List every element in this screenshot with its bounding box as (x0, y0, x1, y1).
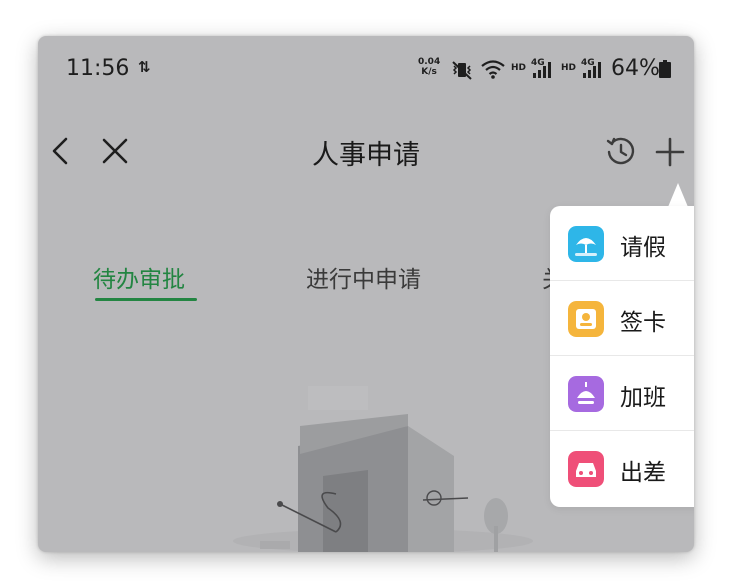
empty-box-illustration (233, 386, 533, 552)
signal-gen-2: 4G (581, 58, 595, 68)
add-icon[interactable] (654, 136, 686, 168)
popup-pointer (668, 183, 688, 207)
hd-label-2: HD (561, 63, 577, 73)
card-icon (568, 301, 604, 337)
wifi-icon (481, 60, 505, 79)
net-speed: 0.04 K/s (418, 57, 440, 77)
menu-item-overtime[interactable]: 加班 (550, 356, 694, 430)
net-speed-unit: K/s (421, 67, 437, 77)
tab-in-progress[interactable]: 进行中申请 (306, 260, 421, 294)
menu-item-sign-card[interactable]: 签卡 (550, 281, 694, 355)
menu-item-leave[interactable]: 请假 (550, 206, 694, 280)
active-tab-indicator (95, 298, 197, 301)
menu-item-label-sign-card: 签卡 (620, 310, 666, 336)
status-time: 11:56 (66, 56, 130, 81)
menu-item-label-business-trip: 出差 (620, 460, 666, 486)
data-transfer-icon: ⇅ (138, 58, 151, 76)
battery-percent: 64% (611, 56, 660, 81)
add-popup-menu: 请假 签卡 加班 出差 (550, 206, 694, 507)
status-bar: 11:56 ⇅ 0.04 K/s HD 4G HD 4G 64% (38, 36, 694, 102)
signal-icon-2: 4G (581, 58, 601, 78)
menu-item-label-leave: 请假 (620, 235, 666, 261)
hd-label-1: HD (511, 63, 527, 73)
vibrate-mute-icon (452, 61, 472, 80)
phone-screen: 11:56 ⇅ 0.04 K/s HD 4G HD 4G 64% 人事申请 待办… (38, 36, 694, 552)
umbrella-icon (568, 226, 604, 262)
menu-item-label-overtime: 加班 (620, 385, 666, 411)
net-speed-value: 0.04 (418, 57, 441, 67)
tab-pending-approval[interactable]: 待办审批 (93, 260, 185, 294)
page-title: 人事申请 (312, 140, 420, 171)
signal-gen-1: 4G (531, 58, 545, 68)
menu-item-business-trip[interactable]: 出差 (550, 431, 694, 505)
signal-icon-1: 4G (531, 58, 551, 78)
history-icon[interactable] (604, 134, 638, 168)
car-icon (568, 451, 604, 487)
battery-icon (659, 60, 671, 78)
lamp-icon (568, 376, 604, 412)
